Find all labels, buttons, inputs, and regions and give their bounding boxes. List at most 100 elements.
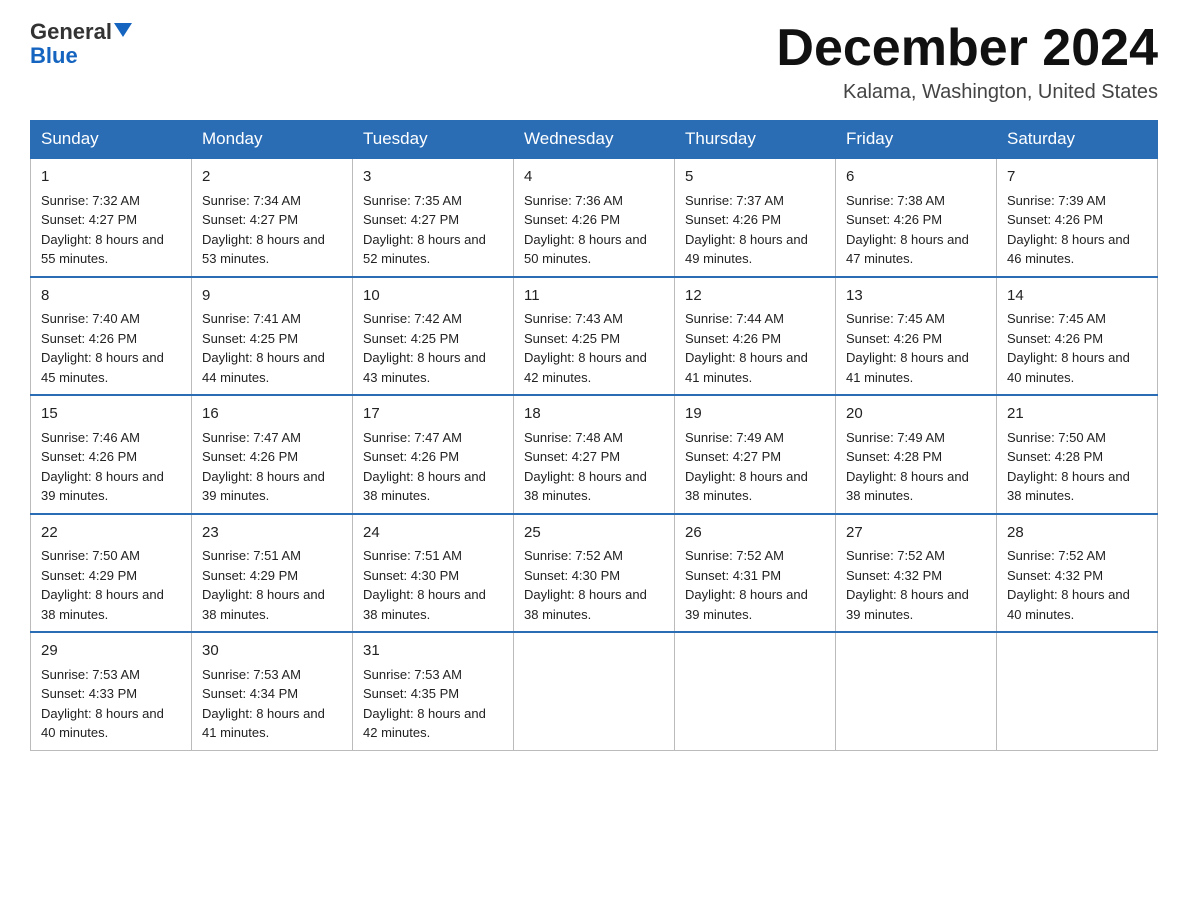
- day-of-week-header: Monday: [192, 121, 353, 159]
- day-number: 1: [41, 166, 181, 189]
- day-info: Sunrise: 7:36 AMSunset: 4:26 PMDaylight:…: [524, 193, 647, 267]
- day-number: 6: [846, 166, 986, 189]
- day-number: 26: [685, 522, 825, 545]
- title-area: December 2024 Kalama, Washington, United…: [776, 20, 1158, 104]
- day-number: 18: [524, 403, 664, 426]
- calendar-week-row: 8 Sunrise: 7:40 AMSunset: 4:26 PMDayligh…: [31, 277, 1158, 396]
- day-info: Sunrise: 7:45 AMSunset: 4:26 PMDaylight:…: [846, 311, 969, 385]
- calendar-header-row: SundayMondayTuesdayWednesdayThursdayFrid…: [31, 121, 1158, 159]
- day-number: 21: [1007, 403, 1147, 426]
- calendar-week-row: 1 Sunrise: 7:32 AMSunset: 4:27 PMDayligh…: [31, 158, 1158, 277]
- day-info: Sunrise: 7:52 AMSunset: 4:32 PMDaylight:…: [846, 548, 969, 622]
- day-of-week-header: Friday: [836, 121, 997, 159]
- calendar-cell: 16 Sunrise: 7:47 AMSunset: 4:26 PMDaylig…: [192, 395, 353, 514]
- day-info: Sunrise: 7:37 AMSunset: 4:26 PMDaylight:…: [685, 193, 808, 267]
- calendar-cell: 2 Sunrise: 7:34 AMSunset: 4:27 PMDayligh…: [192, 158, 353, 277]
- day-number: 20: [846, 403, 986, 426]
- calendar-cell: 28 Sunrise: 7:52 AMSunset: 4:32 PMDaylig…: [997, 514, 1158, 633]
- day-info: Sunrise: 7:43 AMSunset: 4:25 PMDaylight:…: [524, 311, 647, 385]
- calendar-cell: 13 Sunrise: 7:45 AMSunset: 4:26 PMDaylig…: [836, 277, 997, 396]
- day-info: Sunrise: 7:53 AMSunset: 4:34 PMDaylight:…: [202, 667, 325, 741]
- day-number: 15: [41, 403, 181, 426]
- day-number: 16: [202, 403, 342, 426]
- day-info: Sunrise: 7:48 AMSunset: 4:27 PMDaylight:…: [524, 430, 647, 504]
- day-info: Sunrise: 7:52 AMSunset: 4:32 PMDaylight:…: [1007, 548, 1130, 622]
- calendar-cell: 17 Sunrise: 7:47 AMSunset: 4:26 PMDaylig…: [353, 395, 514, 514]
- day-info: Sunrise: 7:35 AMSunset: 4:27 PMDaylight:…: [363, 193, 486, 267]
- calendar-cell: 25 Sunrise: 7:52 AMSunset: 4:30 PMDaylig…: [514, 514, 675, 633]
- logo-general-text: General: [30, 20, 112, 44]
- day-number: 12: [685, 285, 825, 308]
- day-info: Sunrise: 7:53 AMSunset: 4:33 PMDaylight:…: [41, 667, 164, 741]
- calendar-cell: 21 Sunrise: 7:50 AMSunset: 4:28 PMDaylig…: [997, 395, 1158, 514]
- day-info: Sunrise: 7:38 AMSunset: 4:26 PMDaylight:…: [846, 193, 969, 267]
- calendar-cell: 20 Sunrise: 7:49 AMSunset: 4:28 PMDaylig…: [836, 395, 997, 514]
- calendar-week-row: 29 Sunrise: 7:53 AMSunset: 4:33 PMDaylig…: [31, 632, 1158, 750]
- day-info: Sunrise: 7:34 AMSunset: 4:27 PMDaylight:…: [202, 193, 325, 267]
- logo-blue-text: Blue: [30, 44, 78, 68]
- calendar-cell: 8 Sunrise: 7:40 AMSunset: 4:26 PMDayligh…: [31, 277, 192, 396]
- day-info: Sunrise: 7:50 AMSunset: 4:29 PMDaylight:…: [41, 548, 164, 622]
- day-number: 23: [202, 522, 342, 545]
- calendar-cell: [997, 632, 1158, 750]
- calendar-cell: 3 Sunrise: 7:35 AMSunset: 4:27 PMDayligh…: [353, 158, 514, 277]
- calendar-cell: 31 Sunrise: 7:53 AMSunset: 4:35 PMDaylig…: [353, 632, 514, 750]
- calendar-cell: 24 Sunrise: 7:51 AMSunset: 4:30 PMDaylig…: [353, 514, 514, 633]
- calendar-cell: 22 Sunrise: 7:50 AMSunset: 4:29 PMDaylig…: [31, 514, 192, 633]
- calendar-cell: 23 Sunrise: 7:51 AMSunset: 4:29 PMDaylig…: [192, 514, 353, 633]
- calendar-cell: 14 Sunrise: 7:45 AMSunset: 4:26 PMDaylig…: [997, 277, 1158, 396]
- calendar-cell: [675, 632, 836, 750]
- day-number: 4: [524, 166, 664, 189]
- calendar-cell: 1 Sunrise: 7:32 AMSunset: 4:27 PMDayligh…: [31, 158, 192, 277]
- calendar-cell: 26 Sunrise: 7:52 AMSunset: 4:31 PMDaylig…: [675, 514, 836, 633]
- day-info: Sunrise: 7:52 AMSunset: 4:30 PMDaylight:…: [524, 548, 647, 622]
- day-number: 11: [524, 285, 664, 308]
- calendar-cell: 4 Sunrise: 7:36 AMSunset: 4:26 PMDayligh…: [514, 158, 675, 277]
- location-title: Kalama, Washington, United States: [776, 81, 1158, 104]
- calendar-cell: 5 Sunrise: 7:37 AMSunset: 4:26 PMDayligh…: [675, 158, 836, 277]
- day-of-week-header: Sunday: [31, 121, 192, 159]
- day-number: 31: [363, 640, 503, 663]
- day-number: 22: [41, 522, 181, 545]
- calendar-cell: 15 Sunrise: 7:46 AMSunset: 4:26 PMDaylig…: [31, 395, 192, 514]
- month-title: December 2024: [776, 20, 1158, 77]
- day-number: 28: [1007, 522, 1147, 545]
- day-number: 5: [685, 166, 825, 189]
- calendar-cell: 18 Sunrise: 7:48 AMSunset: 4:27 PMDaylig…: [514, 395, 675, 514]
- day-number: 13: [846, 285, 986, 308]
- calendar-cell: 7 Sunrise: 7:39 AMSunset: 4:26 PMDayligh…: [997, 158, 1158, 277]
- calendar-cell: 9 Sunrise: 7:41 AMSunset: 4:25 PMDayligh…: [192, 277, 353, 396]
- calendar-cell: 6 Sunrise: 7:38 AMSunset: 4:26 PMDayligh…: [836, 158, 997, 277]
- day-number: 30: [202, 640, 342, 663]
- day-of-week-header: Thursday: [675, 121, 836, 159]
- logo: General Blue: [30, 20, 132, 68]
- day-info: Sunrise: 7:46 AMSunset: 4:26 PMDaylight:…: [41, 430, 164, 504]
- day-number: 29: [41, 640, 181, 663]
- day-number: 17: [363, 403, 503, 426]
- day-of-week-header: Wednesday: [514, 121, 675, 159]
- day-info: Sunrise: 7:49 AMSunset: 4:27 PMDaylight:…: [685, 430, 808, 504]
- day-number: 24: [363, 522, 503, 545]
- day-info: Sunrise: 7:51 AMSunset: 4:29 PMDaylight:…: [202, 548, 325, 622]
- day-info: Sunrise: 7:44 AMSunset: 4:26 PMDaylight:…: [685, 311, 808, 385]
- day-number: 14: [1007, 285, 1147, 308]
- day-number: 9: [202, 285, 342, 308]
- day-number: 25: [524, 522, 664, 545]
- day-info: Sunrise: 7:47 AMSunset: 4:26 PMDaylight:…: [202, 430, 325, 504]
- calendar-table: SundayMondayTuesdayWednesdayThursdayFrid…: [30, 120, 1158, 751]
- calendar-cell: 30 Sunrise: 7:53 AMSunset: 4:34 PMDaylig…: [192, 632, 353, 750]
- day-number: 19: [685, 403, 825, 426]
- calendar-week-row: 15 Sunrise: 7:46 AMSunset: 4:26 PMDaylig…: [31, 395, 1158, 514]
- calendar-cell: 27 Sunrise: 7:52 AMSunset: 4:32 PMDaylig…: [836, 514, 997, 633]
- day-of-week-header: Saturday: [997, 121, 1158, 159]
- day-info: Sunrise: 7:49 AMSunset: 4:28 PMDaylight:…: [846, 430, 969, 504]
- day-number: 10: [363, 285, 503, 308]
- calendar-cell: [514, 632, 675, 750]
- calendar-cell: 29 Sunrise: 7:53 AMSunset: 4:33 PMDaylig…: [31, 632, 192, 750]
- day-of-week-header: Tuesday: [353, 121, 514, 159]
- day-number: 8: [41, 285, 181, 308]
- day-number: 3: [363, 166, 503, 189]
- logo-triangle-icon: [114, 23, 132, 37]
- header: General Blue December 2024 Kalama, Washi…: [30, 20, 1158, 104]
- day-info: Sunrise: 7:39 AMSunset: 4:26 PMDaylight:…: [1007, 193, 1130, 267]
